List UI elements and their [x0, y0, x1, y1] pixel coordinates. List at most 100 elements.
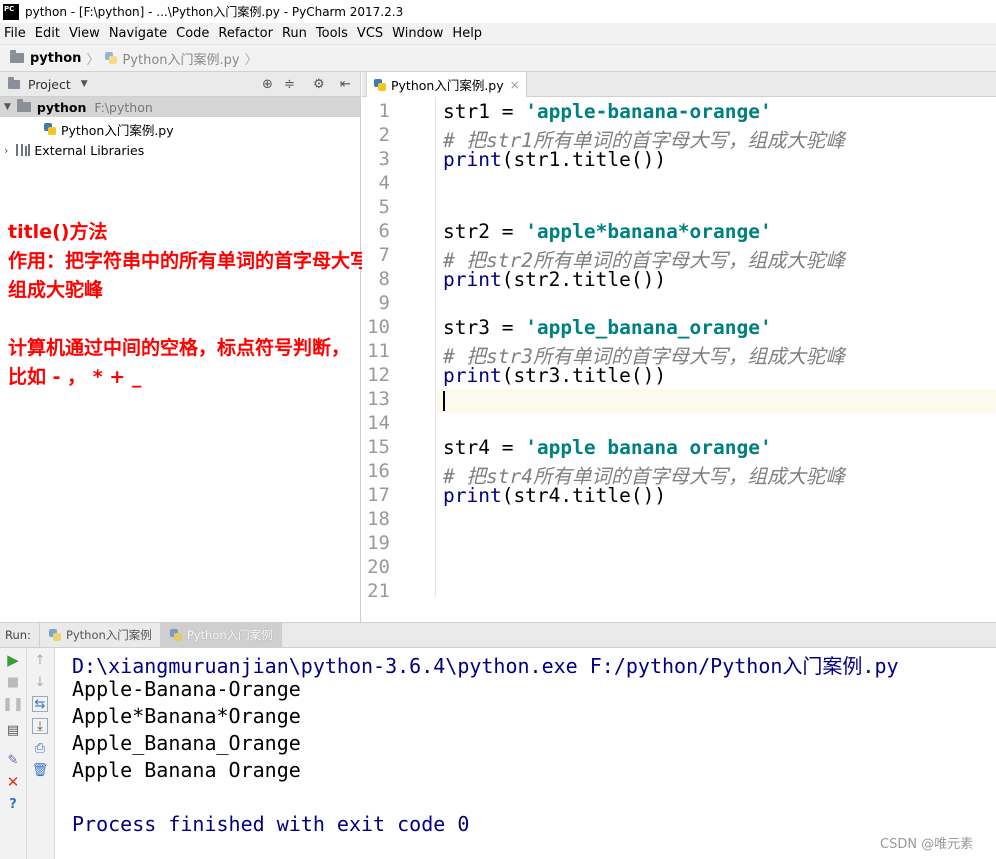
chevron-down-icon[interactable]: ▼ [4, 102, 11, 112]
console-output-line: Apple_Banana_Orange [72, 731, 301, 755]
annotation-line: 比如 - ， * + _ [8, 366, 142, 388]
code-editor[interactable]: 1 2 3 4 5 6 7 8 9 10 11 12 13 14 15 16 1… [362, 97, 996, 597]
line-number: 6 [378, 220, 390, 242]
line-number: 21 [367, 580, 390, 597]
code-builtin: print [443, 268, 502, 291]
annotation-line: title()方法 [8, 221, 108, 243]
python-file-icon [169, 628, 183, 642]
code-string: 'apple_banana_orange' [525, 316, 772, 339]
annotation-line: 作用：把字符串中的所有单词的首字母大写， [8, 250, 389, 272]
code-builtin: print [443, 364, 502, 387]
breadcrumb-project[interactable]: python [30, 51, 81, 66]
print-icon[interactable]: ⎙ [32, 740, 48, 756]
hide-panel-icon[interactable]: ⇤ [340, 77, 351, 92]
code-string: 'apple-banana-orange' [525, 100, 772, 123]
annotation-text: title()方法 作用：把字符串中的所有单词的首字母大写， 组成大驼峰 计算机… [8, 218, 389, 392]
chevron-right-icon: 〉 [244, 52, 258, 68]
console-output-line: Apple Banana Orange [72, 758, 301, 782]
code-string: 'apple*banana*orange' [525, 220, 772, 243]
code-variable: str1 = [443, 100, 526, 123]
line-number: 9 [378, 292, 390, 314]
console-output-line: Apple-Banana-Orange [72, 677, 301, 701]
current-line-highlight [362, 389, 996, 413]
code-builtin: print [443, 148, 502, 171]
annotation-line: 组成大驼峰 [8, 279, 104, 301]
code-variable: str3 = [443, 316, 526, 339]
layout-icon[interactable]: ▤ [5, 722, 21, 738]
line-number: 16 [367, 460, 390, 482]
menu-edit[interactable]: Edit [35, 26, 60, 41]
editor-bottom-area [362, 597, 996, 622]
help-icon[interactable]: ? [5, 796, 21, 812]
editor-tab[interactable]: Python入门案例.py × [366, 72, 527, 97]
folder-icon [10, 50, 24, 63]
menu-refactor[interactable]: Refactor [218, 26, 273, 41]
editor-tab-label: Python入门案例.py [391, 78, 504, 93]
window-title: python - [F:\python] - ...\Python入门案例.py… [25, 5, 404, 19]
library-icon [16, 144, 31, 156]
menu-tools[interactable]: Tools [316, 26, 348, 41]
menu-view[interactable]: View [69, 26, 100, 41]
trash-icon[interactable]: 🗑 [32, 762, 49, 778]
watermark: CSDN @唯元素 [880, 837, 974, 852]
code-call: (str1.title()) [501, 148, 667, 171]
chevron-right-icon: 〉 [86, 52, 100, 68]
dropdown-arrow-icon[interactable]: ▼ [81, 79, 88, 89]
tree-external-name: External Libraries [34, 142, 145, 158]
locate-icon[interactable]: ⊕ [262, 77, 273, 92]
run-tab-label: Python入门案例 [65, 628, 152, 642]
menu-navigate[interactable]: Navigate [109, 26, 167, 41]
stop-icon[interactable]: ■ [5, 674, 21, 690]
folder-icon [16, 99, 31, 112]
arrow-down-icon[interactable]: ↓ [32, 674, 48, 690]
code-line: str3 = 'apple_banana_orange' [443, 316, 772, 339]
close-icon[interactable]: ✕ [5, 773, 21, 791]
line-number: 13 [367, 388, 390, 410]
collapse-icon[interactable]: ≑ [284, 77, 295, 92]
line-number: 2 [378, 124, 390, 146]
run-console[interactable]: D:\xiangmuruanjian\python-3.6.4\python.e… [56, 648, 996, 859]
tree-file-row[interactable]: Python入门案例.py [43, 119, 174, 139]
run-tab-1[interactable]: Python入门案例 [38, 623, 161, 647]
menu-help[interactable]: Help [452, 26, 482, 41]
tree-external-row[interactable]: › External Libraries [4, 140, 144, 160]
project-view-selector[interactable]: Project [28, 77, 71, 92]
menu-run[interactable]: Run [282, 26, 307, 41]
menu-window[interactable]: Window [392, 26, 443, 41]
line-number: 10 [367, 316, 390, 338]
gear-icon[interactable]: ⚙ [313, 77, 325, 92]
menu-file[interactable]: File [4, 26, 26, 41]
tree-root-name: python [36, 99, 87, 115]
run-label: Run: [5, 628, 31, 642]
line-number: 11 [367, 340, 390, 362]
line-number: 7 [378, 244, 390, 266]
breadcrumb-file[interactable]: Python入门案例.py [122, 49, 239, 68]
code-call: (str3.title()) [501, 364, 667, 387]
run-toolbar-secondary: ↑ ↓ ⇆ ⤓ ⎙ 🗑 [27, 648, 55, 859]
arrow-up-icon[interactable]: ↑ [32, 652, 48, 668]
line-number: 4 [378, 172, 390, 194]
code-line: print(str1.title()) [443, 148, 666, 171]
pause-icon[interactable]: ❚❚ [2, 696, 24, 712]
code-builtin: print [443, 484, 502, 507]
annotation-line: 计算机通过中间的空格，标点符号判断， [8, 337, 351, 359]
close-icon[interactable]: × [510, 78, 520, 92]
menu-vcs[interactable]: VCS [357, 26, 383, 41]
soft-wrap-icon[interactable]: ⇆ [32, 696, 48, 712]
run-tab-label: Python入门案例 [186, 628, 273, 642]
code-call: (str4.title()) [501, 484, 667, 507]
scroll-to-end-icon[interactable]: ⤓ [32, 718, 48, 734]
pin-icon[interactable]: ✎ [5, 752, 21, 768]
tree-root-row[interactable]: ▼ python F:\python [0, 97, 360, 117]
chevron-right-icon[interactable]: › [4, 144, 8, 157]
run-toolbar: ▶ ■ ❚❚ ▤ ✎ ✕ ? [0, 648, 27, 859]
code-line: str2 = 'apple*banana*orange' [443, 220, 772, 243]
project-icon [8, 76, 20, 89]
title-bar: PC python - [F:\python] - ...\Python入门案例… [0, 0, 996, 23]
run-tab-2[interactable]: Python入门案例 [160, 623, 282, 647]
menu-code[interactable]: Code [176, 26, 209, 41]
run-panel-header: Run: Python入门案例 Python入门案例 [0, 622, 996, 648]
rerun-icon[interactable]: ▶ [5, 651, 21, 669]
breadcrumb: python 〉 Python入门案例.py 〉 [0, 44, 996, 72]
line-number-gutter: 1 2 3 4 5 6 7 8 9 10 11 12 13 14 15 16 1… [362, 97, 436, 597]
